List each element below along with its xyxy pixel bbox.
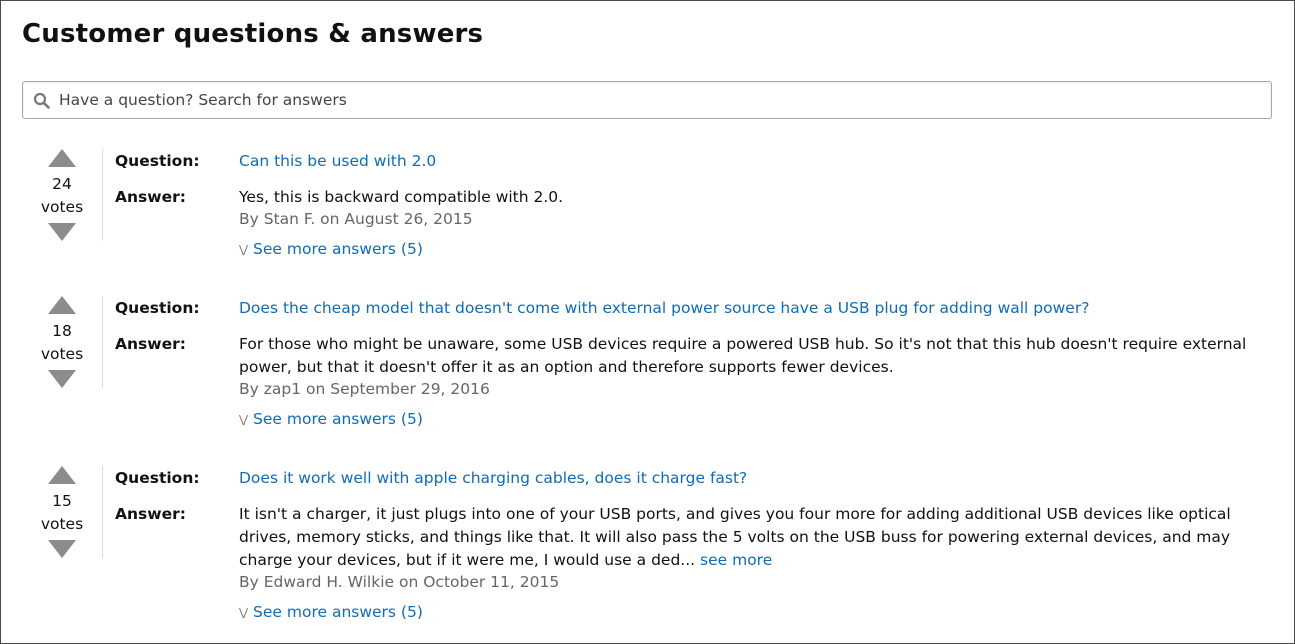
divider — [102, 149, 103, 241]
answer-label: Answer: — [115, 505, 186, 523]
vote-label: votes — [40, 198, 84, 216]
search-box[interactable] — [22, 81, 1272, 119]
answer-byline: By Edward H. Wilkie on October 11, 2015 — [239, 573, 560, 591]
vote-widget: 24 votes — [22, 149, 102, 241]
question-link[interactable]: Does it work well with apple charging ca… — [239, 469, 747, 487]
search-icon — [33, 92, 50, 109]
see-more-link[interactable]: see more — [700, 551, 772, 569]
chevron-down-icon: ⋁ — [239, 413, 249, 426]
answer-byline: By Stan F. on August 26, 2015 — [239, 210, 473, 228]
answer-label: Answer: — [115, 188, 186, 206]
chevron-down-icon: ⋁ — [239, 606, 249, 619]
vote-label: votes — [40, 345, 84, 363]
vote-label: votes — [40, 515, 84, 533]
see-more-answers-label: See more answers (5) — [253, 240, 423, 258]
qa-panel: Customer questions & answers 24 votes Qu… — [0, 0, 1295, 644]
answer-label: Answer: — [115, 335, 186, 353]
answer-body: For those who might be unaware, some USB… — [239, 335, 1247, 376]
question-link[interactable]: Can this be used with 2.0 — [239, 152, 436, 170]
downvote-icon[interactable] — [48, 370, 76, 388]
page-title: Customer questions & answers — [22, 19, 484, 49]
question-label: Question: — [115, 152, 200, 170]
upvote-icon[interactable] — [48, 466, 76, 484]
see-more-answers-link[interactable]: ⋁ See more answers (5) — [239, 410, 423, 428]
see-more-answers-link[interactable]: ⋁ See more answers (5) — [239, 240, 423, 258]
qa-item: 18 votes Question: Does the cheap model … — [22, 296, 1272, 436]
answer-text: For those who might be unaware, some USB… — [239, 333, 1249, 379]
question-label: Question: — [115, 299, 200, 317]
downvote-icon[interactable] — [48, 223, 76, 241]
search-input[interactable] — [59, 83, 1259, 117]
question-link[interactable]: Does the cheap model that doesn't come w… — [239, 299, 1089, 317]
divider — [102, 466, 103, 558]
qa-item: 24 votes Question: Can this be used with… — [22, 149, 1272, 269]
qa-item: 15 votes Question: Does it work well wit… — [22, 466, 1272, 636]
question-label: Question: — [115, 469, 200, 487]
upvote-icon[interactable] — [48, 149, 76, 167]
vote-count: 15 — [52, 492, 72, 510]
downvote-icon[interactable] — [48, 540, 76, 558]
see-more-answers-link[interactable]: ⋁ See more answers (5) — [239, 603, 423, 621]
divider — [102, 296, 103, 388]
answer-text: Yes, this is backward compatible with 2.… — [239, 186, 1249, 209]
see-more-answers-label: See more answers (5) — [253, 603, 423, 621]
upvote-icon[interactable] — [48, 296, 76, 314]
chevron-down-icon: ⋁ — [239, 243, 249, 256]
vote-count: 18 — [52, 322, 72, 340]
vote-widget: 15 votes — [22, 466, 102, 558]
answer-body: Yes, this is backward compatible with 2.… — [239, 188, 564, 206]
answer-byline: By zap1 on September 29, 2016 — [239, 380, 490, 398]
vote-widget: 18 votes — [22, 296, 102, 388]
see-more-answers-label: See more answers (5) — [253, 410, 423, 428]
vote-count: 24 — [52, 175, 72, 193]
answer-text: It isn't a charger, it just plugs into o… — [239, 503, 1249, 572]
